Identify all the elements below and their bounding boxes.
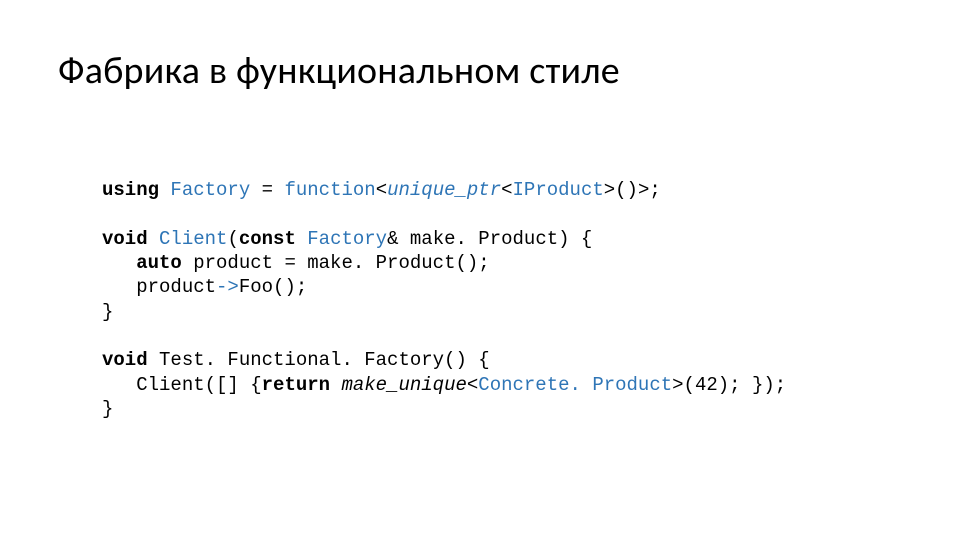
code-block: using Factory = function<unique_ptr<IPro… <box>102 178 902 421</box>
kw-return: return <box>262 374 330 396</box>
fn-make-unique: make_unique <box>341 374 466 396</box>
type-function: function <box>284 179 375 201</box>
txt: ( <box>227 228 238 250</box>
txt <box>330 374 341 396</box>
type-factory-2: Factory <box>307 228 387 250</box>
txt <box>148 228 159 250</box>
kw-void-2: void <box>102 349 148 371</box>
txt: < <box>467 374 478 396</box>
kw-void: void <box>102 228 148 250</box>
txt <box>148 349 159 371</box>
type-unique-ptr: unique_ptr <box>387 179 501 201</box>
txt: < <box>376 179 387 201</box>
op-arrow: -> <box>216 276 239 298</box>
code-line-6: } <box>102 301 113 323</box>
code-line-1: using Factory = function<unique_ptr<IPro… <box>102 179 661 201</box>
txt: = <box>250 179 284 201</box>
txt: Client([] { <box>102 374 262 396</box>
txt: >(42); }); <box>672 374 786 396</box>
kw-const: const <box>239 228 296 250</box>
code-line-5: product->Foo(); <box>102 276 307 298</box>
txt: > <box>604 179 615 201</box>
txt: Foo(); <box>239 276 307 298</box>
code-line-3: void Client(const Factory& make. Product… <box>102 228 592 250</box>
type-concrete-product: Concrete. Product <box>478 374 672 396</box>
txt: product <box>102 276 216 298</box>
txt: < <box>501 179 512 201</box>
code-line-9: Client([] {return make_unique<Concrete. … <box>102 374 786 396</box>
kw-using: using <box>102 179 159 201</box>
code-line-4: auto product = make. Product(); <box>102 252 490 274</box>
type-iproduct: IProduct <box>513 179 604 201</box>
code-line-8: void Test. Functional. Factory() { <box>102 349 490 371</box>
txt: ()>; <box>615 179 661 201</box>
txt: & make. Product) { <box>387 228 592 250</box>
txt: product = make. Product(); <box>182 252 490 274</box>
txt <box>102 252 136 274</box>
slide: Фабрика в функциональном стиле using Fac… <box>0 0 960 540</box>
type-factory: Factory <box>170 179 250 201</box>
fn-test: Test. Functional. Factory() { <box>159 349 490 371</box>
slide-title: Фабрика в функциональном стиле <box>58 48 902 94</box>
code-line-10: } <box>102 398 113 420</box>
fn-client: Client <box>159 228 227 250</box>
txt <box>296 228 307 250</box>
kw-auto: auto <box>136 252 182 274</box>
